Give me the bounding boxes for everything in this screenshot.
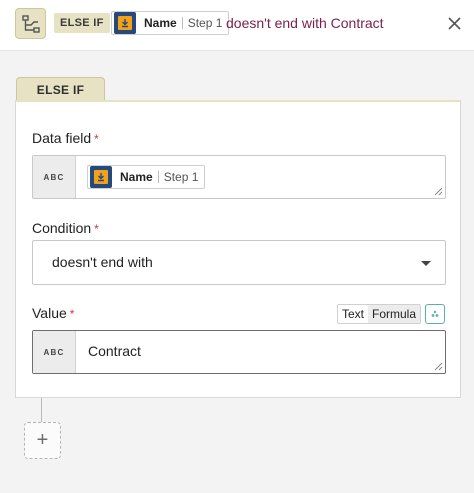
required-mark: * [69, 307, 75, 321]
resize-handle-icon[interactable] [434, 362, 443, 371]
chevron-down-icon [421, 261, 431, 266]
condition-selected-value: doesn't end with [52, 254, 153, 270]
required-mark: * [94, 222, 99, 236]
condition-select[interactable]: doesn't end with [32, 240, 446, 285]
close-icon[interactable] [446, 15, 463, 32]
text-formula-toggle[interactable]: Text Formula [337, 304, 422, 324]
condition-label-text: Condition [32, 220, 92, 236]
condition-summary: doesn't end with Contract [226, 15, 384, 31]
pill-step: Step 1 [163, 170, 199, 184]
pill-separator [181, 17, 183, 29]
value-label: Value * [32, 305, 74, 321]
pill-name: Name [120, 170, 153, 184]
data-field-input[interactable]: ABC Name Step 1 [32, 155, 446, 199]
connector-line [41, 398, 42, 422]
value-input-text: Contract [88, 343, 141, 359]
pill-name: Name [144, 16, 177, 30]
else-if-tab: ELSE IF [16, 77, 105, 101]
condition-label: Condition * [32, 220, 99, 236]
formula-mode-button[interactable] [425, 304, 445, 324]
add-step-button[interactable]: + [24, 422, 61, 459]
value-label-text: Value [32, 305, 67, 321]
data-field-label: Data field * [32, 130, 99, 146]
datapill-name[interactable]: Name Step 1 [111, 11, 230, 35]
pill-step: Step 1 [187, 16, 223, 30]
text-type-badge: ABC [33, 331, 76, 373]
value-input[interactable]: ABC Contract [32, 330, 446, 374]
toggle-formula-option[interactable]: Formula [368, 305, 421, 323]
download-app-icon [114, 12, 136, 34]
branch-icon [15, 8, 46, 39]
toggle-text-option[interactable]: Text [338, 305, 369, 323]
resize-handle-icon[interactable] [434, 187, 443, 196]
download-app-icon [90, 166, 112, 188]
data-field-label-text: Data field [32, 130, 92, 146]
else-if-badge: ELSE IF [54, 13, 110, 33]
text-type-badge: ABC [33, 156, 76, 198]
header-bar: ELSE IF Name Step 1 doesn't end with Con… [0, 0, 474, 51]
formula-icon [431, 310, 439, 317]
datapill-name[interactable]: Name Step 1 [87, 165, 206, 189]
required-mark: * [94, 132, 99, 146]
pill-separator [157, 171, 159, 183]
